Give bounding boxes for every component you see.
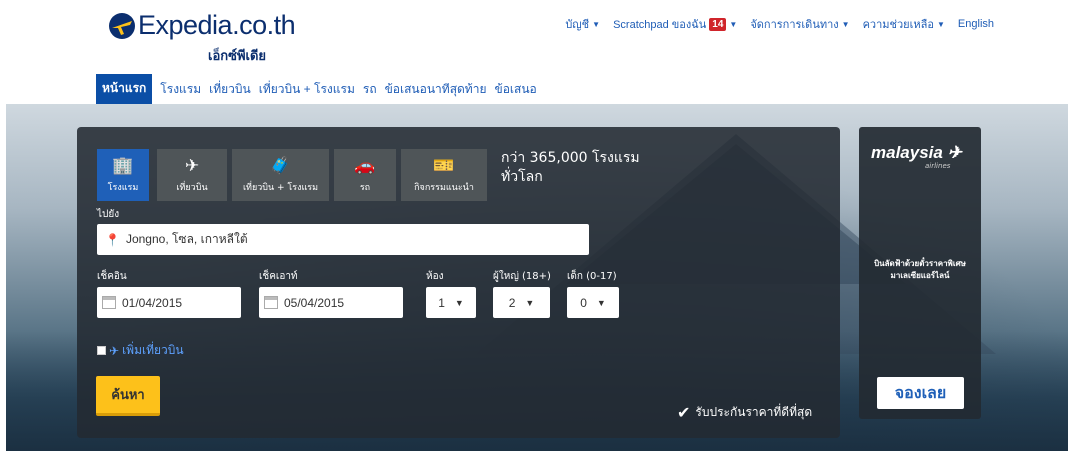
chevron-down-icon: ▼ (596, 297, 606, 308)
manage-trips-label: จัดการการเดินทาง (750, 19, 839, 31)
account-label: บัญชี (565, 19, 590, 31)
price-guarantee-label: รับประกันราคาที่ดีที่สุด (695, 405, 813, 419)
chevron-down-icon: ▼ (841, 19, 850, 29)
add-flight-checkbox[interactable] (97, 346, 106, 355)
nav-flight-hotel[interactable]: เที่ยวบิน + โรงแรม (259, 80, 355, 99)
children-value: 0 (580, 295, 587, 310)
tab-car[interactable]: 🚗 รถ (334, 149, 396, 201)
checkin-date-input[interactable]: 01/04/2015 (97, 287, 241, 318)
destination-value: Jongno, โซล, เกาหลีใต้ (125, 232, 248, 246)
scratchpad-label: Scratchpad ของฉัน (613, 19, 707, 31)
ad-logo-sub: airlines (925, 162, 951, 170)
car-icon: 🚗 (354, 155, 376, 176)
rooms-label: ห้อง (426, 271, 444, 282)
chevron-down-icon: ▼ (937, 19, 945, 29)
tab-label: เที่ยวบิน (176, 182, 208, 193)
tab-label: รถ (359, 182, 371, 193)
search-button[interactable]: ค้นหา (96, 376, 160, 416)
hotel-count-promo: กว่า 365,000 โรงแรม ทั่วโลก (501, 149, 661, 187)
globe-plane-icon (109, 13, 135, 39)
search-panel: 🏢 โรงแรม ✈ เที่ยวบิน 🧳 เที่ยวบิน + โรงแร… (77, 127, 840, 438)
nav-cars[interactable]: รถ (363, 80, 377, 99)
tab-hotel[interactable]: 🏢 โรงแรม (97, 149, 149, 201)
checkmark-icon: ✔ (677, 403, 691, 422)
ad-logo-text: malaysia (871, 143, 943, 162)
ticket-icon: 🎫 (433, 155, 455, 176)
add-flight-label: เพิ่มเที่ยวบิน (122, 343, 184, 357)
book-now-button[interactable]: จองเลย (877, 377, 964, 409)
scratchpad-count-badge: 14 (709, 17, 727, 31)
logo-subtext: เอ็กซ์พีเดีย (208, 49, 267, 64)
chevron-down-icon: ▼ (525, 297, 535, 308)
nav-deals[interactable]: ข้อเสนอ (495, 80, 537, 99)
location-pin-icon: 📍 (105, 232, 120, 247)
tab-label: โรงแรม (107, 182, 139, 193)
nav-home[interactable]: หน้าแรก (96, 74, 153, 104)
help-label: ความช่วยเหลือ (862, 19, 934, 31)
airline-logo-icon: ✈ (947, 143, 962, 162)
checkout-value: 05/04/2015 (284, 295, 345, 310)
children-select[interactable]: 0 ▼ (567, 287, 619, 318)
chevron-down-icon: ▼ (729, 19, 738, 29)
rooms-select[interactable]: 1 ▼ (426, 287, 476, 318)
chevron-down-icon: ▼ (454, 297, 464, 308)
checkin-value: 01/04/2015 (122, 295, 183, 310)
top-navigation: บัญชี ▼ Scratchpad ของฉัน 14 ▼ จัดการการ… (565, 15, 994, 33)
malaysia-airlines-ad[interactable]: malaysia ✈ airlines บินลัดฟ้าด้วยตั๋วราค… (859, 127, 981, 419)
tab-flight[interactable]: ✈ เที่ยวบิน (157, 149, 227, 201)
account-menu[interactable]: บัญชี ▼ (565, 15, 600, 33)
children-label: เด็ก (0-17) (567, 271, 617, 282)
add-flight-option[interactable]: ✈ เพิ่มเที่ยวบิน (97, 341, 184, 360)
logo-text: Expedia.co.th (138, 10, 296, 40)
tab-label: เที่ยวบิน + โรงแรม (242, 182, 319, 193)
adults-value: 2 (508, 295, 516, 310)
tab-label: กิจกรรมแนะนำ (414, 182, 474, 193)
expedia-logo[interactable]: Expedia.co.th เอ็กซ์พีเดีย (108, 8, 296, 64)
adults-label: ผู้ใหญ่ (18+) (493, 271, 551, 282)
rooms-value: 1 (438, 295, 445, 310)
airplane-icon: ✈ (109, 343, 120, 358)
checkin-label: เช็คอิน (97, 271, 127, 282)
language-link[interactable]: English (958, 18, 994, 30)
destination-input[interactable]: 📍 Jongno, โซล, เกาหลีใต้ (97, 224, 589, 255)
ad-text: บินลัดฟ้าด้วยตั๋วราคาพิเศษ มาเลเซียแอร์ไ… (874, 259, 966, 280)
airplane-icon: ✈ (184, 155, 200, 176)
language-label: English (957, 18, 994, 30)
main-navigation: หน้าแรก โรงแรม เที่ยวบิน เที่ยวบิน + โรง… (96, 74, 537, 104)
help-menu[interactable]: ความช่วยเหลือ ▼ (863, 15, 945, 33)
price-guarantee: ✔ รับประกันราคาที่ดีที่สุด (677, 403, 812, 422)
luggage-hotel-icon: 🧳 (269, 155, 292, 176)
nav-last-minute[interactable]: ข้อเสนอนาทีสุดท้าย (385, 80, 487, 99)
nav-hotels[interactable]: โรงแรม (160, 80, 201, 99)
nav-flights[interactable]: เที่ยวบิน (209, 80, 251, 99)
adults-select[interactable]: 2 ▼ (493, 287, 550, 318)
destination-label: ไปยัง (97, 209, 120, 220)
hotel-icon: 🏢 (112, 155, 134, 176)
promo-line: กว่า 365,000 โรงแรม (501, 150, 640, 166)
scratchpad-menu[interactable]: Scratchpad ของฉัน 14 ▼ (613, 15, 737, 33)
tab-flight-hotel[interactable]: 🧳 เที่ยวบิน + โรงแรม (232, 149, 329, 201)
promo-line: ทั่วโลก (501, 169, 543, 185)
checkout-label: เช็คเอาท์ (259, 271, 298, 282)
calendar-icon (102, 296, 116, 309)
manage-trips-menu[interactable]: จัดการการเดินทาง ▼ (750, 15, 849, 33)
tab-activities[interactable]: 🎫 กิจกรรมแนะนำ (401, 149, 487, 201)
ad-logo: malaysia ✈ (871, 143, 962, 163)
chevron-down-icon: ▼ (592, 19, 601, 29)
checkout-date-input[interactable]: 05/04/2015 (259, 287, 403, 318)
calendar-icon (264, 296, 278, 309)
